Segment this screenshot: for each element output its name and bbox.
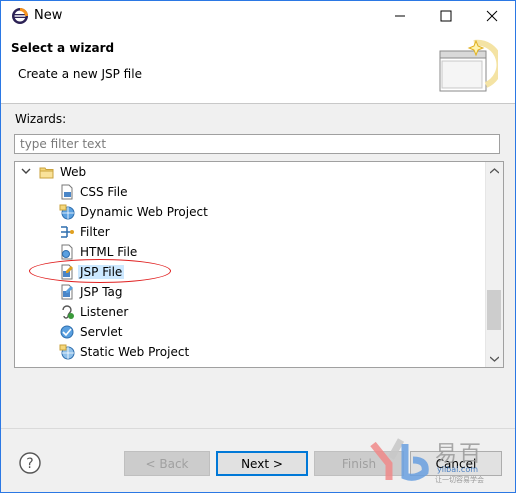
filter-input[interactable] — [14, 134, 500, 154]
scroll-down-arrow-icon[interactable] — [486, 350, 503, 367]
title-bar[interactable]: New — [1, 1, 515, 31]
new-wizard-banner-icon — [436, 37, 503, 95]
close-button[interactable] — [469, 1, 515, 31]
minimize-icon — [395, 15, 405, 17]
tree-category-web[interactable]: Web — [21, 162, 86, 182]
watermark-url: yiibai.com — [437, 465, 479, 474]
tree-item-label: HTML File — [80, 245, 138, 259]
tree-item-servlet[interactable]: Servlet — [59, 322, 122, 342]
scroll-thumb[interactable] — [487, 290, 501, 330]
tree-item-jsp-tag[interactable]: JSP Tag — [59, 282, 123, 302]
tree-item-label: Static Web Project — [80, 345, 190, 359]
yiibai-watermark: 易百 yiibai.com 让一切容易学会 — [367, 436, 507, 486]
svg-text:?: ? — [26, 456, 33, 472]
watermark-text: 易百 — [435, 442, 484, 467]
window-title: New — [34, 8, 63, 23]
tree-item-label: Dynamic Web Project — [80, 205, 208, 219]
chevron-down-icon[interactable] — [21, 165, 35, 179]
eclipse-icon — [11, 7, 29, 25]
tree-item-label: Servlet — [80, 325, 123, 339]
footer-divider — [1, 428, 515, 429]
jsp-tag-icon — [59, 284, 75, 300]
tree-item-label: JSP Tag — [80, 285, 123, 299]
folder-icon — [39, 164, 55, 180]
maximize-icon — [440, 10, 452, 22]
web-project-icon — [59, 204, 75, 220]
html-file-icon — [59, 244, 75, 260]
servlet-icon — [59, 324, 75, 340]
next-button[interactable]: Next > — [216, 451, 308, 476]
wizard-header: Select a wizard Create a new JSP file — [1, 31, 515, 104]
minimize-button[interactable] — [377, 1, 423, 31]
page-description: Create a new JSP file — [18, 67, 142, 81]
watermark-slogan: 让一切容易学会 — [435, 476, 484, 484]
close-icon — [486, 10, 498, 22]
tree-item-css-file[interactable]: CSS File — [59, 182, 128, 202]
wizards-label: Wizards: — [15, 112, 67, 126]
new-wizard-dialog: New Select a wizard Create a new JSP fil… — [0, 0, 516, 493]
tree-item-static-web-project[interactable]: Static Web Project — [59, 342, 189, 362]
tree-item-label: Listener — [80, 305, 129, 319]
css-file-icon — [59, 184, 75, 200]
scroll-up-arrow-icon[interactable] — [486, 162, 503, 179]
static-web-project-icon — [59, 344, 75, 360]
tree-scrollbar[interactable] — [485, 162, 503, 367]
yiibai-logo-icon — [370, 438, 429, 481]
page-title: Select a wizard — [11, 41, 115, 55]
back-button[interactable]: < Back — [124, 451, 210, 476]
listener-icon — [59, 304, 75, 320]
highlight-annotation-ellipse — [29, 259, 171, 283]
maximize-button[interactable] — [423, 1, 469, 31]
tree-category-label: Web — [60, 165, 87, 179]
tree-item-listener[interactable]: Listener — [59, 302, 128, 322]
tree-item-filter[interactable]: Filter — [59, 222, 110, 242]
help-icon[interactable]: ? — [18, 451, 42, 475]
tree-item-label: CSS File — [80, 185, 128, 199]
tree-item-label: Filter — [80, 225, 110, 239]
filter-icon — [59, 224, 75, 240]
tree-item-dynamic-web-project[interactable]: Dynamic Web Project — [59, 202, 208, 222]
